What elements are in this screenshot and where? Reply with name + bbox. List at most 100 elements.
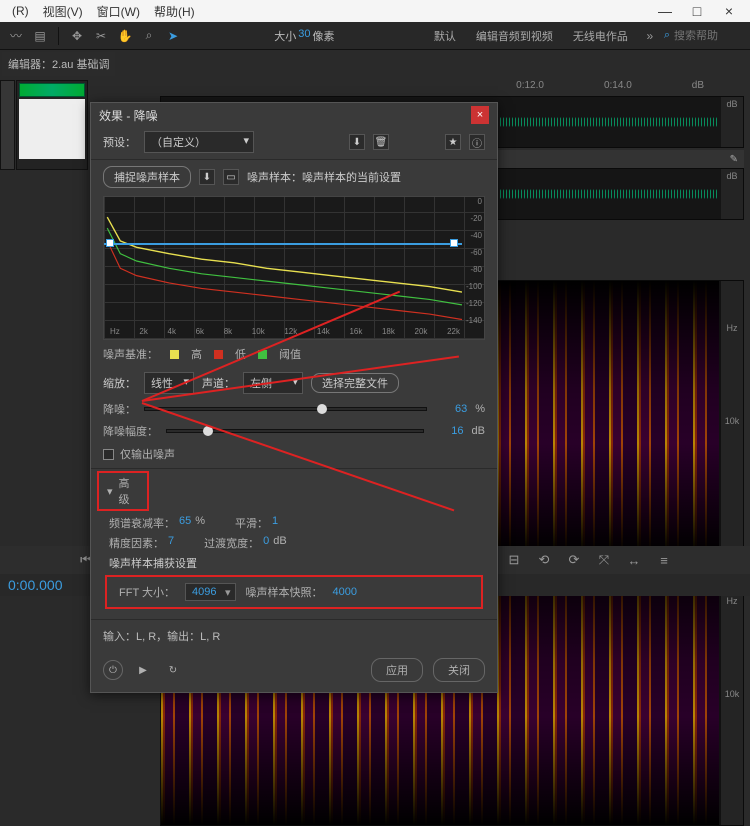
transition-value[interactable]: 0: [263, 535, 269, 551]
legend-low: 低: [235, 346, 246, 362]
sample-save-icon[interactable]: ▭: [223, 169, 239, 185]
menubar: (R) 视图(V) 窗口(W) 帮助(H) — □ ×: [0, 0, 750, 22]
spectral-decay-label: 频谱衰减率：: [109, 515, 175, 531]
zoom-size-label: 大小: [274, 28, 296, 44]
nr-slider-knob[interactable]: [317, 404, 327, 414]
time-tick: 0:12.0: [516, 80, 544, 96]
hand-tool-icon[interactable]: ✋: [115, 26, 135, 46]
channel-label: 声道：: [202, 375, 235, 391]
scale-select[interactable]: 线性: [144, 372, 194, 394]
menu-view[interactable]: 视图(V): [37, 2, 89, 21]
legend-low-swatch: [214, 350, 223, 359]
db-label: dB: [692, 80, 704, 96]
nr-slider-track[interactable]: [144, 407, 427, 411]
link-radio-works[interactable]: 无线电作品: [565, 28, 636, 44]
more-icon[interactable]: »: [640, 26, 660, 46]
window-close[interactable]: ×: [714, 3, 744, 19]
close-button[interactable]: 关闭: [433, 658, 485, 682]
spectral-icon[interactable]: ▤: [30, 26, 50, 46]
fft-settings-row: FFT 大小： 4096 噪声样本快照： 4000: [105, 575, 483, 609]
output-noise-only-check[interactable]: 仅输出噪声: [91, 442, 497, 466]
wave-icon[interactable]: 〰: [6, 26, 26, 46]
graph-hz-axis: Hz2k4k6k8k10k12k14k16k18k20k22k: [110, 327, 460, 339]
capture-noise-button[interactable]: 捕捉噪声样本: [103, 166, 191, 188]
mode-default[interactable]: 默认: [426, 28, 464, 44]
edit-icon[interactable]: ✎: [730, 154, 738, 165]
nramp-slider-track[interactable]: [166, 429, 424, 433]
asset-waveform[interactable]: [19, 83, 85, 97]
menu-r[interactable]: (R): [6, 3, 35, 19]
dialog-close-icon[interactable]: ×: [471, 106, 489, 124]
precision-value[interactable]: 7: [168, 535, 174, 551]
power-toggle-icon[interactable]: ⏻: [103, 660, 123, 680]
nramp-slider-knob[interactable]: [203, 426, 213, 436]
spectral-decay-value[interactable]: 65: [179, 515, 191, 531]
precision-label: 精度因素：: [109, 535, 164, 551]
graph-legend: 噪声基准： 高 低 阈值: [91, 344, 497, 368]
menu-window[interactable]: 窗口(W): [91, 2, 146, 21]
nramp-label: 降噪幅度：: [103, 423, 158, 439]
zoom-tool-9[interactable]: ≡: [653, 549, 675, 571]
fft-size-select[interactable]: 4096: [185, 583, 235, 601]
nr-value[interactable]: 63: [435, 403, 467, 415]
legend-label: 噪声基准：: [103, 346, 158, 362]
zoom-tool-8[interactable]: ↔: [623, 549, 645, 571]
preset-info-icon[interactable]: ⓘ: [469, 134, 485, 150]
window-minimize[interactable]: —: [650, 3, 680, 19]
zoom-tool-6[interactable]: ⟳: [563, 549, 585, 571]
dialog-actions: ⏻ ▶ ↻ 应用 关闭: [91, 650, 497, 692]
advanced-content: 频谱衰减率：65 % 平滑：1 精度因素：7 过渡宽度：0 dB 噪声样本捕获设…: [91, 511, 497, 617]
preset-delete-icon[interactable]: 🗑: [373, 134, 389, 150]
preset-label: 预设：: [103, 134, 136, 150]
zoom-tool-4[interactable]: ⊟: [503, 549, 525, 571]
nramp-value[interactable]: 16: [432, 425, 464, 437]
window-maximize[interactable]: □: [682, 3, 712, 19]
threshold-line[interactable]: [104, 243, 462, 245]
noise-floor-graph[interactable]: 0-20-40-60-80-100-120-140 Hz2k4k6k8k10k1…: [103, 196, 485, 340]
editor-tab[interactable]: 编辑器：2.au 基础调: [2, 52, 115, 76]
arrow-icon[interactable]: ➤: [163, 26, 183, 46]
advanced-label: 高级: [119, 475, 139, 507]
threshold-handle-right[interactable]: [450, 239, 458, 247]
link-editor-audio-video[interactable]: 编辑音频到视频: [468, 28, 561, 44]
preview-loop-icon[interactable]: ↻: [163, 660, 183, 680]
zoom-tool-7[interactable]: ⤧: [593, 549, 615, 571]
search-input[interactable]: [674, 30, 744, 42]
preset-select[interactable]: （自定义）: [144, 131, 254, 153]
dialog-title: 效果 - 降噪: [99, 107, 158, 124]
menu-help[interactable]: 帮助(H): [148, 2, 201, 21]
snapshot-value[interactable]: 4000: [333, 586, 357, 598]
threshold-handle-left[interactable]: [106, 239, 114, 247]
fft-size-label: FFT 大小：: [119, 584, 175, 600]
dialog-titlebar[interactable]: 效果 - 降噪 ×: [91, 103, 497, 127]
cursor-tool-icon[interactable]: ✥: [67, 26, 87, 46]
apply-button[interactable]: 应用: [371, 658, 423, 682]
checkbox-icon[interactable]: [103, 449, 114, 460]
search-icon: ⌕: [664, 29, 670, 42]
db-scale-left: dB: [721, 97, 743, 147]
output-noise-only-label: 仅输出噪声: [120, 446, 175, 462]
scale-label: 缩放：: [103, 375, 136, 391]
preset-download-icon[interactable]: ⬇: [349, 134, 365, 150]
time-ruler[interactable]: 0:12.0 0:14.0 dB: [160, 80, 744, 96]
channel-select[interactable]: 左侧: [243, 372, 303, 394]
left-panel: [0, 80, 15, 170]
select-entire-file-button[interactable]: 选择完整文件: [311, 373, 399, 393]
advanced-toggle[interactable]: ▾ 高级: [97, 471, 149, 511]
timecode[interactable]: 0:00.000: [8, 577, 63, 593]
smoothing-value[interactable]: 1: [272, 515, 278, 531]
asset-panel: [16, 80, 88, 170]
zoom-size-unit: 像素: [313, 28, 335, 44]
sample-load-icon[interactable]: ⬇: [199, 169, 215, 185]
nr-label: 降噪：: [103, 401, 136, 417]
preset-row: 预设： （自定义） ⬇ 🗑 ★ ⓘ: [91, 127, 497, 157]
razor-tool-icon[interactable]: ✂: [91, 26, 111, 46]
legend-high: 高: [191, 346, 202, 362]
preset-favorite-icon[interactable]: ★: [445, 134, 461, 150]
transition-label: 过渡宽度：: [204, 535, 259, 551]
zoom-tool-icon[interactable]: ⌕: [139, 26, 159, 46]
zoom-size-value[interactable]: 30: [298, 28, 310, 44]
zoom-tool-5[interactable]: ⟲: [533, 549, 555, 571]
preview-play-icon[interactable]: ▶: [133, 660, 153, 680]
smoothing-label: 平滑：: [235, 515, 268, 531]
